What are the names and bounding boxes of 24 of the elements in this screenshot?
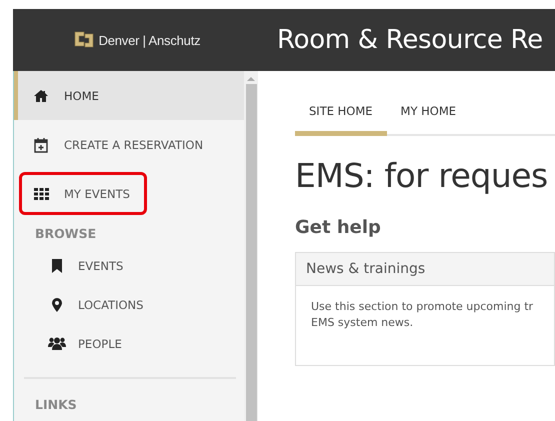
section-label: LINKS bbox=[34, 396, 78, 414]
bookmark-icon bbox=[52, 258, 62, 272]
sidebar-item[interactable]: CREATE A RESERVATION bbox=[14, 120, 244, 169]
section-label: BROWSE bbox=[34, 225, 98, 243]
section-heading: Get help bbox=[295, 217, 382, 238]
calendar-plus-icon bbox=[34, 136, 48, 152]
panel-title: News & trainings bbox=[296, 253, 554, 286]
page-title: EMS: for reques bbox=[295, 156, 549, 195]
tab[interactable]: SITE HOME bbox=[295, 96, 387, 136]
app-title: Room & Resource Re bbox=[276, 25, 543, 55]
sidebar-item[interactable]: HOME bbox=[14, 71, 244, 120]
grid-icon bbox=[34, 188, 48, 200]
logo-icon bbox=[74, 31, 94, 49]
people-icon bbox=[48, 337, 66, 350]
panel-text: Use this section to promote upcoming tr EMS system news. bbox=[310, 299, 534, 331]
map-pin-icon bbox=[52, 298, 62, 312]
scrollbar[interactable] bbox=[244, 71, 258, 421]
home-icon bbox=[34, 90, 48, 102]
sidebar-item[interactable]: LOCATIONS bbox=[14, 285, 244, 324]
tab[interactable]: MY HOME bbox=[386, 96, 470, 136]
logo-text: Denver | Anschutz bbox=[98, 32, 200, 48]
sidebar-item[interactable]: MY EVENTS bbox=[18, 171, 148, 216]
sidebar-item[interactable]: EVENTS bbox=[14, 246, 244, 285]
sidebar-item[interactable]: PEOPLE bbox=[14, 324, 244, 363]
